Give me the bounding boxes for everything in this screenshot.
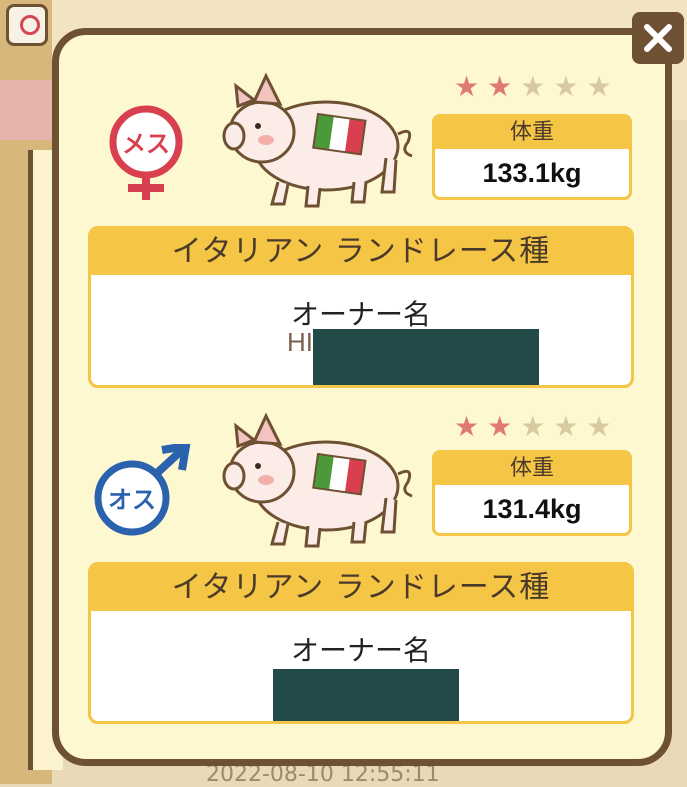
star-icon-empty: ★ [520, 70, 548, 103]
owner-label: オーナー名 [290, 634, 431, 667]
star-icon-empty: ★ [520, 410, 548, 443]
male-symbol-icon: オス [94, 444, 191, 536]
pig-illustration [222, 72, 413, 208]
rating-stars: ★ ★ ★ ★ ★ [454, 410, 620, 443]
pig-card-male: オス ★ ★ ★ ★ ★ 体重 131.4kg イタリアン ランドレース種 オーナー名 [0, 340, 687, 724]
sex-label: オス [108, 486, 156, 514]
weight-box: 体重 133.1kg [432, 114, 632, 200]
star-icon-filled: ★ [487, 70, 515, 103]
star-icon-filled: ★ [487, 410, 515, 443]
sex-label: メス [122, 130, 170, 158]
star-icon-empty: ★ [553, 410, 581, 443]
weight-value: 131.4kg [482, 494, 582, 524]
weight-value: 133.1kg [482, 158, 582, 188]
italy-flag-icon [312, 112, 367, 156]
breed-name: イタリアン ランドレース種 [91, 565, 631, 611]
weight-box: 体重 131.4kg [432, 450, 632, 536]
breed-owner-box: イタリアン ランドレース種 オーナー名 [88, 562, 634, 724]
star-icon-empty: ★ [553, 70, 581, 103]
weight-label: 体重 [435, 117, 629, 149]
star-icon-empty: ★ [586, 70, 614, 103]
star-icon-empty: ★ [586, 410, 614, 443]
female-symbol-icon: メス [109, 105, 183, 200]
rating-stars: ★ ★ ★ ★ ★ [454, 70, 620, 103]
weight-label: 体重 [435, 453, 629, 485]
pig-card-female: メス ★ ★ ★ ★ ★ 体重 133.1kg イタリアン ランドレース種 オーナー名 … [0, 0, 687, 388]
star-icon-filled: ★ [454, 70, 482, 103]
owner-label: オーナー名 [290, 298, 431, 331]
star-icon-filled: ★ [454, 410, 482, 443]
breed-name: イタリアン ランドレース種 [91, 229, 631, 275]
italy-flag-icon [312, 452, 367, 496]
redaction-block [273, 669, 459, 721]
pig-illustration [222, 412, 413, 548]
